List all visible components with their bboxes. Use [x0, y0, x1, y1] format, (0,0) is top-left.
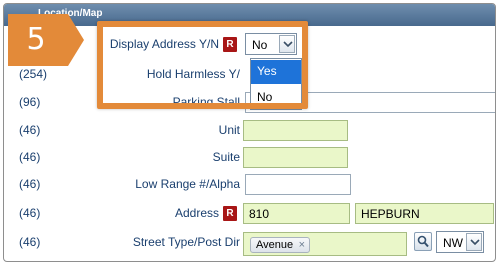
street-type-input[interactable]: Avenue ×	[243, 232, 407, 256]
close-icon[interactable]: ×	[299, 238, 305, 252]
street-type-tag-label: Avenue	[256, 239, 294, 251]
display-address-value: No	[252, 38, 268, 52]
display-address-label: Display Address Y/N	[109, 37, 219, 51]
address-label: Address	[174, 206, 219, 220]
unit-input[interactable]	[243, 120, 348, 141]
row-code: (46)	[19, 235, 41, 249]
post-dir-select[interactable]: NW	[436, 231, 484, 253]
post-dir-value: NW	[443, 236, 463, 250]
row-low-range: (46) Low Range #/Alpha	[4, 172, 495, 198]
section-title: Location/Map	[38, 8, 103, 19]
row-suite: (46) Suite	[4, 145, 495, 171]
parking-stall-label: Parking Stall	[172, 95, 240, 109]
option-no[interactable]: No	[251, 86, 301, 110]
option-yes[interactable]: Yes	[251, 60, 301, 84]
required-badge: R	[223, 206, 237, 221]
row-code: (46)	[19, 123, 41, 137]
required-badge: R	[223, 37, 237, 52]
row-street-type: (46) Street Type/Post Dir Avenue × NW	[4, 230, 495, 256]
address-number-input[interactable]: 810	[243, 203, 350, 224]
street-type-label: Street Type/Post Dir	[132, 235, 240, 249]
low-range-input[interactable]	[245, 174, 351, 195]
row-display-address: Display Address Y/N R No	[4, 32, 495, 58]
street-type-tag: Avenue ×	[250, 237, 311, 253]
row-code: (96)	[19, 95, 41, 109]
row-code: (46)	[19, 177, 41, 191]
form-panel: Location/Map Display Address Y/N R No (2…	[3, 3, 496, 262]
address-street-input[interactable]: HEPBURN	[355, 203, 494, 224]
section-header: Location/Map	[4, 4, 495, 26]
row-unit: (46) Unit	[4, 118, 495, 144]
chevron-down-icon[interactable]	[279, 35, 295, 53]
hold-harmless-label: Hold Harmless Y/	[146, 67, 240, 81]
display-address-dropdown: Yes No	[250, 58, 302, 110]
unit-label: Unit	[218, 123, 240, 137]
suite-input[interactable]	[243, 147, 348, 168]
row-address: (46) Address R 810 HEPBURN	[4, 201, 495, 227]
display-address-select[interactable]: No	[245, 33, 297, 55]
row-code: (46)	[19, 150, 41, 164]
chevron-down-icon[interactable]	[466, 233, 482, 251]
low-range-label: Low Range #/Alpha	[135, 177, 240, 191]
row-code: (46)	[19, 206, 41, 220]
magnifier-icon[interactable]	[414, 232, 432, 251]
suite-label: Suite	[212, 150, 240, 164]
row-code: (254)	[19, 67, 48, 81]
